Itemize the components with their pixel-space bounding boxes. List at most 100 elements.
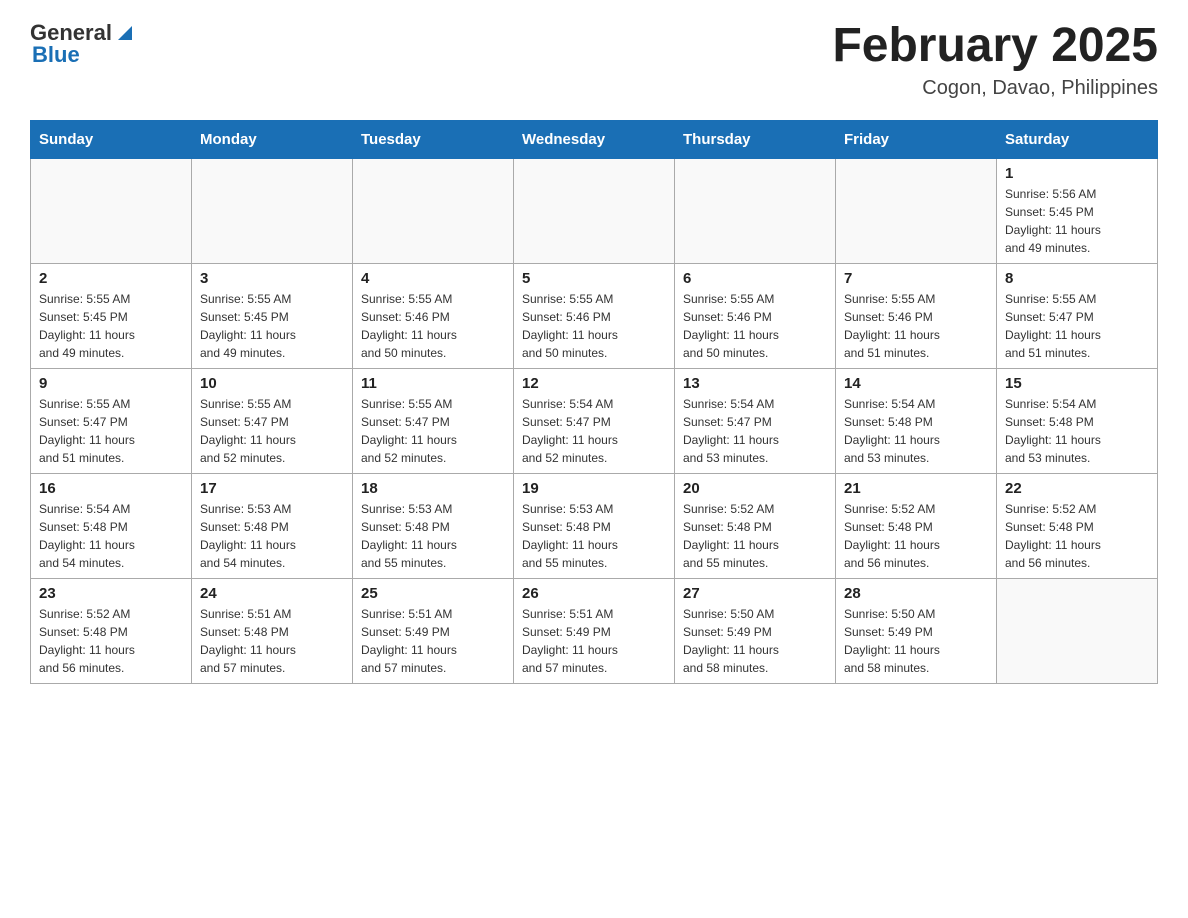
day-info: Sunrise: 5:51 AMSunset: 5:48 PMDaylight:… — [200, 605, 344, 677]
day-info: Sunrise: 5:54 AMSunset: 5:48 PMDaylight:… — [39, 500, 183, 572]
day-number: 13 — [683, 375, 827, 392]
day-number: 21 — [844, 480, 988, 497]
calendar-week-5: 23 Sunrise: 5:52 AMSunset: 5:48 PMDayligh… — [31, 578, 1158, 683]
day-info: Sunrise: 5:53 AMSunset: 5:48 PMDaylight:… — [200, 500, 344, 572]
calendar-cell: 13Sunrise: 5:54 AMSunset: 5:47 PMDayligh… — [675, 368, 836, 473]
calendar-cell: 10 Sunrise: 5:55 AMSunset: 5:47 PMDayligh… — [192, 368, 353, 473]
day-info: Sunrise: 5:52 AMSunset: 5:48 PMDaylight:… — [1005, 500, 1149, 572]
calendar-cell: 16 Sunrise: 5:54 AMSunset: 5:48 PMDayligh… — [31, 473, 192, 578]
day-info: Sunrise: 5:52 AMSunset: 5:48 PMDaylight:… — [39, 605, 183, 677]
header-day-monday: Monday — [192, 120, 353, 158]
day-number: 8 — [1005, 270, 1149, 287]
day-number: 24 — [200, 585, 344, 602]
calendar-table: SundayMondayTuesdayWednesdayThursdayFrid… — [30, 120, 1158, 684]
day-info: Sunrise: 5:54 AMSunset: 5:48 PMDaylight:… — [844, 395, 988, 467]
calendar-cell — [192, 158, 353, 263]
calendar-cell: 8Sunrise: 5:55 AMSunset: 5:47 PMDaylight… — [997, 263, 1158, 368]
calendar-cell — [997, 578, 1158, 683]
logo-triangle-icon — [114, 22, 136, 44]
calendar-cell — [675, 158, 836, 263]
day-number: 3 — [200, 270, 344, 287]
day-number: 26 — [522, 585, 666, 602]
day-info: Sunrise: 5:55 AMSunset: 5:47 PMDaylight:… — [39, 395, 183, 467]
calendar-cell: 26 Sunrise: 5:51 AMSunset: 5:49 PMDayligh… — [514, 578, 675, 683]
calendar-cell — [514, 158, 675, 263]
header-day-sunday: Sunday — [31, 120, 192, 158]
day-info: Sunrise: 5:55 AMSunset: 5:46 PMDaylight:… — [844, 290, 988, 362]
calendar-cell: 25 Sunrise: 5:51 AMSunset: 5:49 PMDayligh… — [353, 578, 514, 683]
day-number: 7 — [844, 270, 988, 287]
calendar-week-2: 2 Sunrise: 5:55 AMSunset: 5:45 PMDaylight… — [31, 263, 1158, 368]
logo-blue-text: Blue — [32, 42, 80, 68]
calendar-cell: 28Sunrise: 5:50 AMSunset: 5:49 PMDayligh… — [836, 578, 997, 683]
day-number: 4 — [361, 270, 505, 287]
day-number: 10 — [200, 375, 344, 392]
day-info: Sunrise: 5:54 AMSunset: 5:47 PMDaylight:… — [522, 395, 666, 467]
month-title: February 2025 — [832, 20, 1158, 73]
day-info: Sunrise: 5:52 AMSunset: 5:48 PMDaylight:… — [683, 500, 827, 572]
day-info: Sunrise: 5:55 AMSunset: 5:47 PMDaylight:… — [200, 395, 344, 467]
day-number: 20 — [683, 480, 827, 497]
day-number: 2 — [39, 270, 183, 287]
calendar-cell: 5Sunrise: 5:55 AMSunset: 5:46 PMDaylight… — [514, 263, 675, 368]
header-day-saturday: Saturday — [997, 120, 1158, 158]
day-info: Sunrise: 5:52 AMSunset: 5:48 PMDaylight:… — [844, 500, 988, 572]
day-number: 22 — [1005, 480, 1149, 497]
calendar-body: 1 Sunrise: 5:56 AMSunset: 5:45 PMDaylight… — [31, 158, 1158, 683]
calendar-cell: 11 Sunrise: 5:55 AMSunset: 5:47 PMDayligh… — [353, 368, 514, 473]
day-info: Sunrise: 5:55 AMSunset: 5:46 PMDaylight:… — [361, 290, 505, 362]
calendar-cell: 18 Sunrise: 5:53 AMSunset: 5:48 PMDayligh… — [353, 473, 514, 578]
day-number: 9 — [39, 375, 183, 392]
day-number: 12 — [522, 375, 666, 392]
day-number: 1 — [1005, 165, 1149, 182]
day-number: 19 — [522, 480, 666, 497]
calendar-cell — [353, 158, 514, 263]
day-number: 16 — [39, 480, 183, 497]
calendar-cell: 7 Sunrise: 5:55 AMSunset: 5:46 PMDaylight… — [836, 263, 997, 368]
day-number: 17 — [200, 480, 344, 497]
day-info: Sunrise: 5:53 AMSunset: 5:48 PMDaylight:… — [361, 500, 505, 572]
calendar-cell: 17 Sunrise: 5:53 AMSunset: 5:48 PMDayligh… — [192, 473, 353, 578]
calendar-cell: 6Sunrise: 5:55 AMSunset: 5:46 PMDaylight… — [675, 263, 836, 368]
day-info: Sunrise: 5:56 AMSunset: 5:45 PMDaylight:… — [1005, 185, 1149, 257]
calendar-header: SundayMondayTuesdayWednesdayThursdayFrid… — [31, 120, 1158, 158]
location-title: Cogon, Davao, Philippines — [832, 77, 1158, 100]
day-info: Sunrise: 5:53 AMSunset: 5:48 PMDaylight:… — [522, 500, 666, 572]
header-day-tuesday: Tuesday — [353, 120, 514, 158]
day-number: 18 — [361, 480, 505, 497]
calendar-cell: 9 Sunrise: 5:55 AMSunset: 5:47 PMDaylight… — [31, 368, 192, 473]
day-number: 23 — [39, 585, 183, 602]
calendar-cell: 23 Sunrise: 5:52 AMSunset: 5:48 PMDayligh… — [31, 578, 192, 683]
day-number: 6 — [683, 270, 827, 287]
calendar-cell: 3 Sunrise: 5:55 AMSunset: 5:45 PMDaylight… — [192, 263, 353, 368]
calendar-cell: 24 Sunrise: 5:51 AMSunset: 5:48 PMDayligh… — [192, 578, 353, 683]
calendar-cell: 4 Sunrise: 5:55 AMSunset: 5:46 PMDaylight… — [353, 263, 514, 368]
day-number: 28 — [844, 585, 988, 602]
calendar-cell: 12 Sunrise: 5:54 AMSunset: 5:47 PMDayligh… — [514, 368, 675, 473]
title-area: February 2025 Cogon, Davao, Philippines — [832, 20, 1158, 100]
day-info: Sunrise: 5:50 AMSunset: 5:49 PMDaylight:… — [683, 605, 827, 677]
day-info: Sunrise: 5:55 AMSunset: 5:47 PMDaylight:… — [361, 395, 505, 467]
day-number: 25 — [361, 585, 505, 602]
calendar-week-3: 9 Sunrise: 5:55 AMSunset: 5:47 PMDaylight… — [31, 368, 1158, 473]
calendar-cell: 21 Sunrise: 5:52 AMSunset: 5:48 PMDayligh… — [836, 473, 997, 578]
header-day-thursday: Thursday — [675, 120, 836, 158]
calendar-cell: 14 Sunrise: 5:54 AMSunset: 5:48 PMDayligh… — [836, 368, 997, 473]
day-number: 15 — [1005, 375, 1149, 392]
logo: General Blue — [30, 20, 136, 68]
calendar-cell: 22 Sunrise: 5:52 AMSunset: 5:48 PMDayligh… — [997, 473, 1158, 578]
day-number: 5 — [522, 270, 666, 287]
calendar-cell: 19 Sunrise: 5:53 AMSunset: 5:48 PMDayligh… — [514, 473, 675, 578]
day-info: Sunrise: 5:55 AMSunset: 5:45 PMDaylight:… — [39, 290, 183, 362]
calendar-cell: 2 Sunrise: 5:55 AMSunset: 5:45 PMDaylight… — [31, 263, 192, 368]
day-info: Sunrise: 5:51 AMSunset: 5:49 PMDaylight:… — [522, 605, 666, 677]
day-number: 11 — [361, 375, 505, 392]
day-number: 27 — [683, 585, 827, 602]
calendar-week-4: 16 Sunrise: 5:54 AMSunset: 5:48 PMDayligh… — [31, 473, 1158, 578]
day-number: 14 — [844, 375, 988, 392]
day-info: Sunrise: 5:55 AMSunset: 5:45 PMDaylight:… — [200, 290, 344, 362]
calendar-cell — [31, 158, 192, 263]
page-header: General Blue February 2025 Cogon, Davao,… — [30, 20, 1158, 100]
day-info: Sunrise: 5:51 AMSunset: 5:49 PMDaylight:… — [361, 605, 505, 677]
header-day-friday: Friday — [836, 120, 997, 158]
